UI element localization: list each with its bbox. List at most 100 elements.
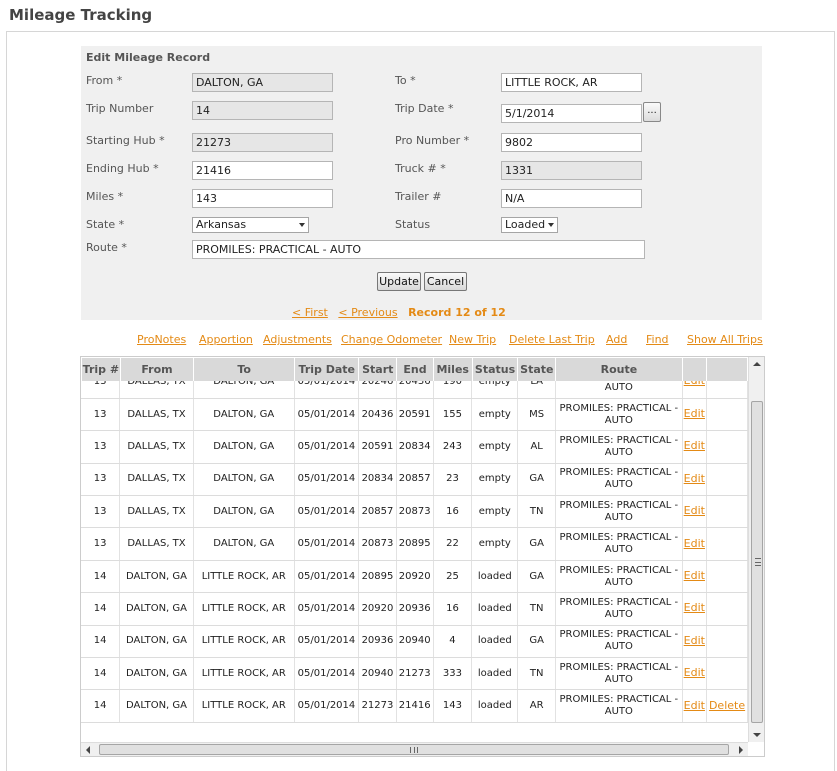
horizontal-scrollbar[interactable] bbox=[81, 742, 748, 756]
trip-number-cell: 14 bbox=[81, 592, 121, 626]
state-cell: MS bbox=[517, 398, 557, 432]
edit-link[interactable]: Edit bbox=[684, 634, 705, 647]
edit-cell: Edit bbox=[682, 495, 708, 529]
table-row: 14 DALTON, GA LITTLE ROCK, AR 05/01/2014 212… bbox=[81, 689, 748, 723]
from-field[interactable]: DALTON, GA bbox=[192, 73, 333, 92]
miles-field[interactable]: 143 bbox=[192, 189, 333, 208]
end-cell: 20436 bbox=[396, 381, 434, 399]
from-cell: DALLAS, TX bbox=[119, 430, 194, 464]
edit-link[interactable]: Edit bbox=[684, 381, 705, 387]
update-button[interactable]: Update bbox=[377, 272, 421, 291]
delete-cell bbox=[706, 592, 748, 626]
vertical-scroll-thumb[interactable] bbox=[751, 401, 763, 723]
column-header[interactable]: Route bbox=[555, 357, 683, 382]
column-header[interactable]: Status bbox=[471, 357, 519, 382]
apportion-link[interactable]: Apportion bbox=[199, 333, 253, 346]
state-cell: TN bbox=[517, 657, 557, 691]
trip-number-field[interactable]: 14 bbox=[192, 101, 333, 120]
new-trip-link[interactable]: New Trip bbox=[449, 333, 496, 346]
status-select[interactable]: Loaded bbox=[501, 217, 558, 233]
show-all-trips-link[interactable]: Show All Trips bbox=[687, 333, 763, 346]
starting-hub-label: Starting Hub * bbox=[86, 134, 165, 147]
status-cell: loaded bbox=[471, 625, 519, 659]
column-header[interactable]: Trip # bbox=[81, 357, 121, 382]
truck-field[interactable]: 1331 bbox=[501, 161, 642, 180]
ending-hub-field[interactable]: 21416 bbox=[192, 161, 333, 180]
column-header[interactable]: From bbox=[119, 357, 195, 382]
trip-number-cell: 13 bbox=[81, 381, 121, 399]
edit-link[interactable]: Edit bbox=[684, 699, 705, 712]
pro-number-field[interactable]: 9802 bbox=[501, 133, 642, 152]
end-cell: 20873 bbox=[396, 495, 434, 529]
delete-cell: Delete bbox=[706, 689, 748, 723]
edit-link[interactable]: Edit bbox=[684, 569, 705, 582]
add-link[interactable]: Add bbox=[606, 333, 627, 346]
page-title: Mileage Tracking bbox=[9, 6, 153, 24]
edit-cell: Edit bbox=[682, 560, 708, 594]
scroll-right-icon[interactable] bbox=[739, 746, 743, 754]
to-field[interactable]: LITTLE ROCK, AR bbox=[501, 73, 642, 92]
trip-number-cell: 13 bbox=[81, 463, 121, 497]
column-header[interactable]: To bbox=[193, 357, 296, 382]
to-cell: DALTON, GA bbox=[193, 527, 295, 561]
edit-link[interactable]: Edit bbox=[684, 601, 705, 614]
table-row: 14 DALTON, GA LITTLE ROCK, AR 05/01/2014 208… bbox=[81, 560, 748, 594]
trip-date-cell: 05/01/2014 bbox=[294, 398, 360, 432]
start-cell: 20920 bbox=[358, 592, 397, 626]
adjustments-link[interactable]: Adjustments bbox=[263, 333, 332, 346]
edit-link[interactable]: Edit bbox=[684, 439, 705, 452]
column-header[interactable]: Start bbox=[358, 357, 398, 382]
trip-date-field[interactable]: 5/1/2014 bbox=[501, 104, 642, 123]
first-record-link[interactable]: < First bbox=[292, 306, 328, 319]
from-cell: DALLAS, TX bbox=[119, 381, 194, 399]
status-cell: empty bbox=[471, 495, 519, 529]
edit-link[interactable]: Edit bbox=[684, 666, 705, 679]
find-link[interactable]: Find bbox=[646, 333, 669, 346]
column-header[interactable] bbox=[681, 357, 708, 382]
state-cell: GA bbox=[517, 560, 557, 594]
trip-number-cell: 13 bbox=[81, 495, 121, 529]
scroll-down-icon[interactable] bbox=[753, 733, 761, 737]
horizontal-scroll-thumb[interactable] bbox=[99, 744, 729, 755]
delete-last-trip-link[interactable]: Delete Last Trip bbox=[509, 333, 595, 346]
scroll-left-icon[interactable] bbox=[86, 746, 90, 754]
delete-cell bbox=[706, 463, 748, 497]
column-header[interactable]: End bbox=[396, 357, 434, 382]
cancel-button[interactable]: Cancel bbox=[424, 272, 467, 291]
pronotes-link[interactable]: ProNotes bbox=[137, 333, 186, 346]
column-header[interactable]: Trip Date bbox=[294, 357, 360, 382]
start-cell: 20436 bbox=[358, 398, 397, 432]
from-cell: DALTON, GA bbox=[119, 657, 194, 691]
start-cell: 20246 bbox=[358, 381, 397, 399]
starting-hub-field[interactable]: 21273 bbox=[192, 133, 333, 152]
column-header[interactable]: State bbox=[517, 357, 557, 382]
from-cell: DALTON, GA bbox=[119, 689, 194, 723]
previous-record-link[interactable]: < Previous bbox=[338, 306, 397, 319]
end-cell: 21416 bbox=[396, 689, 434, 723]
edit-link[interactable]: Edit bbox=[684, 407, 705, 420]
status-cell: empty bbox=[471, 527, 519, 561]
vertical-scrollbar[interactable] bbox=[748, 357, 764, 742]
state-cell: GA bbox=[517, 463, 557, 497]
column-header[interactable]: Miles bbox=[432, 357, 473, 382]
state-select[interactable]: Arkansas bbox=[192, 217, 309, 233]
column-header[interactable] bbox=[706, 357, 748, 382]
edit-link[interactable]: Edit bbox=[684, 537, 705, 550]
edit-link[interactable]: Edit bbox=[684, 472, 705, 485]
status-cell: empty bbox=[471, 398, 519, 432]
delete-link[interactable]: Delete bbox=[709, 699, 745, 712]
change-odometer-link[interactable]: Change Odometer bbox=[341, 333, 442, 346]
route-field[interactable]: PROMILES: PRACTICAL - AUTO bbox=[192, 240, 645, 259]
to-cell: DALTON, GA bbox=[193, 430, 295, 464]
status-cell: loaded bbox=[471, 592, 519, 626]
from-cell: DALLAS, TX bbox=[119, 463, 194, 497]
to-cell: DALTON, GA bbox=[193, 463, 295, 497]
trailer-field[interactable]: N/A bbox=[501, 189, 642, 208]
edit-link[interactable]: Edit bbox=[684, 504, 705, 517]
route-label: Route * bbox=[86, 241, 127, 254]
scroll-up-icon[interactable] bbox=[753, 362, 761, 366]
to-cell: LITTLE ROCK, AR bbox=[193, 592, 295, 626]
date-picker-button[interactable]: ... bbox=[643, 102, 661, 122]
end-cell: 21273 bbox=[396, 657, 434, 691]
from-cell: DALTON, GA bbox=[119, 625, 194, 659]
